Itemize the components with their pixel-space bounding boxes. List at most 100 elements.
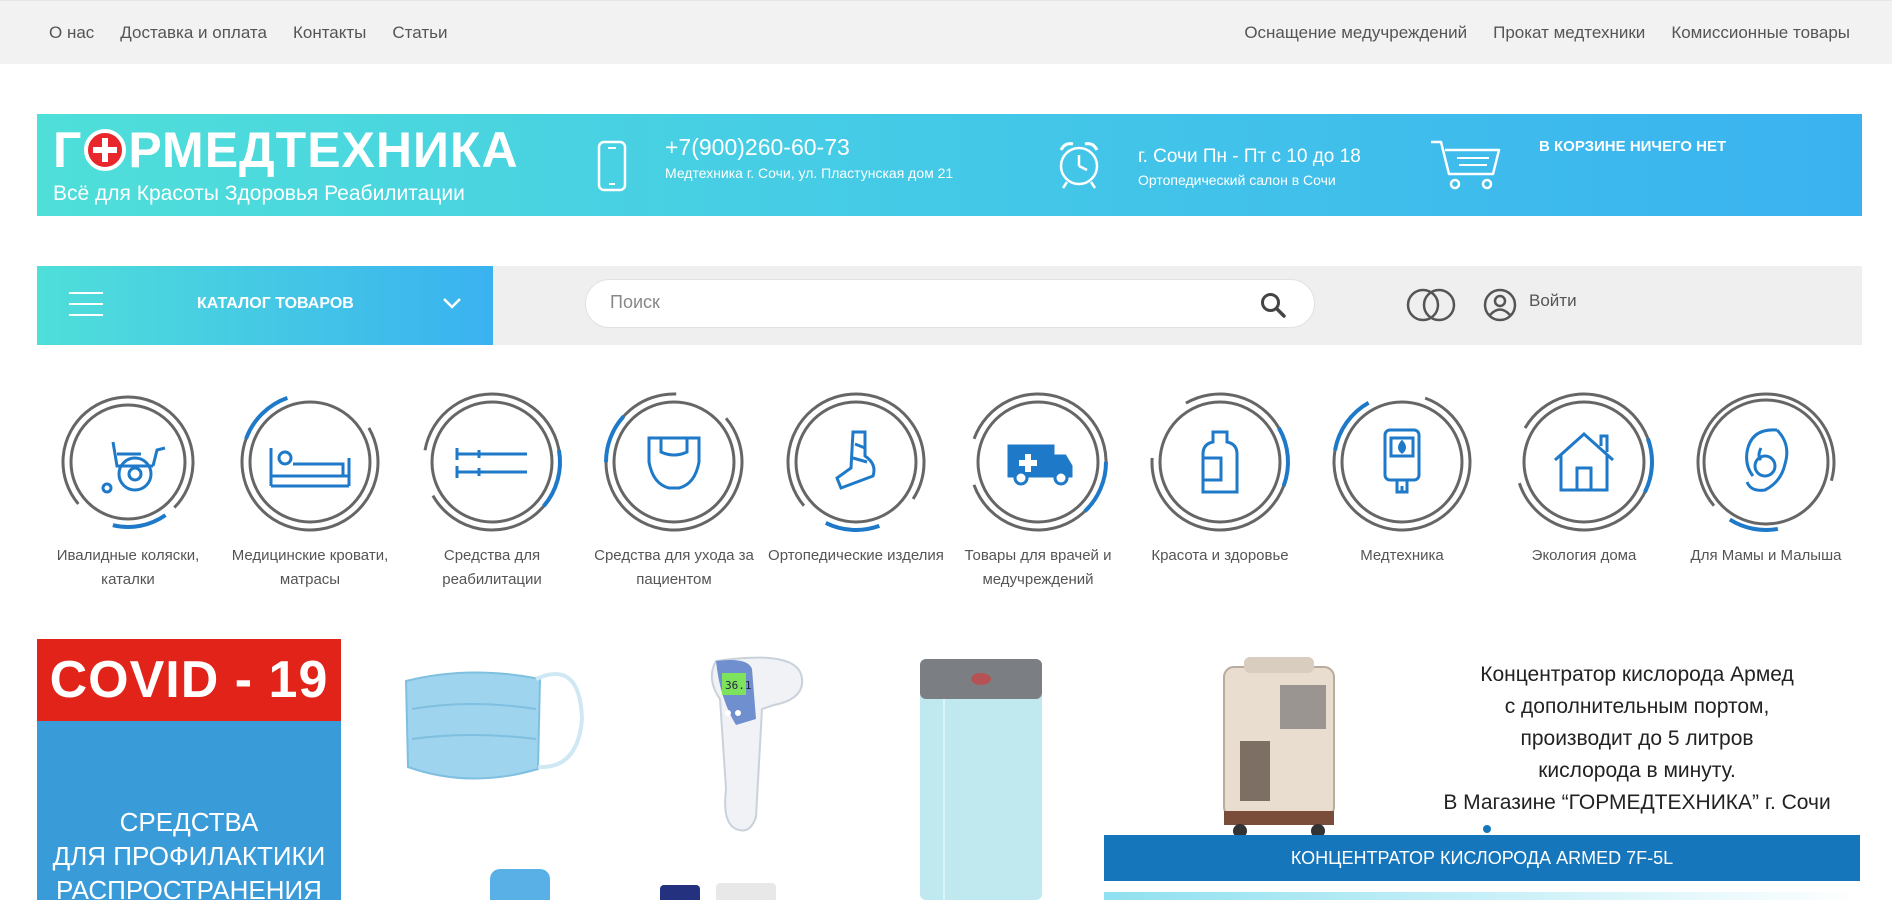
category-rehabilitation[interactable]: Средства для реабилитации xyxy=(401,392,583,592)
logo-name-part1: Г xyxy=(53,122,83,178)
slider-next-strip xyxy=(1104,892,1860,900)
category-ring xyxy=(604,392,744,532)
category-beauty[interactable]: Красота и здоровье xyxy=(1129,392,1311,568)
category-beds[interactable]: Медицинские кровати, матрасы xyxy=(219,392,401,592)
login-label: Войти xyxy=(1529,291,1577,310)
category-ring xyxy=(786,392,926,532)
logo-name-part2: РМЕДТЕХНИКА xyxy=(128,122,519,178)
nav-link-contacts[interactable]: Контакты xyxy=(293,23,366,43)
category-ring xyxy=(422,392,562,532)
category-label: Экология дома xyxy=(1531,547,1637,564)
mother-baby-icon xyxy=(1745,428,1789,492)
slider-headline: Концентратор кислорода Армед с дополните… xyxy=(1419,659,1855,819)
catalog-label: КАТАЛОГ ТОВАРОВ xyxy=(197,295,354,312)
nav-link-rental[interactable]: Прокат медтехники xyxy=(1493,23,1645,43)
working-hours: г. Сочи Пн - Пт с 10 до 18 xyxy=(1138,146,1361,167)
category-ring xyxy=(1150,392,1290,532)
cart-status[interactable]: В КОРЗИНЕ НИЧЕГО НЕТ xyxy=(1539,138,1726,155)
covid-banner[interactable]: COVID - 19 СРЕДСТВА ДЛЯ ПРОФИЛАКТИКИ РАС… xyxy=(37,639,341,900)
thermometer-image: 36.1 xyxy=(710,656,804,832)
glucometer-icon xyxy=(1383,428,1421,494)
search-icon[interactable] xyxy=(1260,292,1286,318)
phone-number[interactable]: +7(900)260-60-73 xyxy=(665,134,953,161)
bed-icon xyxy=(269,448,351,488)
slider-dot[interactable] xyxy=(1482,824,1492,834)
nav-link-delivery[interactable]: Доставка и оплата xyxy=(120,23,267,43)
nav-link-about[interactable]: О нас xyxy=(49,23,94,43)
catalog-button[interactable]: КАТАЛОГ ТОВАРОВ xyxy=(37,266,493,345)
bottle-icon xyxy=(1201,430,1239,494)
header-banner: Г РМЕДТЕХНИКА Всё для Красоты Здоровья Р… xyxy=(37,114,1862,216)
category-ring xyxy=(61,395,195,529)
ankle-brace-icon xyxy=(835,430,876,490)
slider-pagination xyxy=(1466,824,1492,834)
logo-name: Г РМЕДТЕХНИКА xyxy=(53,122,519,178)
category-patient-care[interactable]: Средства для ухода за пациентом xyxy=(583,392,765,592)
category-ring xyxy=(968,392,1108,532)
category-label: Товары для врачей и медучреждений xyxy=(964,547,1112,588)
search-box xyxy=(585,279,1315,328)
top-navigation: О нас Доставка и оплата Контакты Статьи … xyxy=(0,0,1892,64)
category-doctors[interactable]: Товары для врачей и медучреждений xyxy=(947,392,1129,592)
site-logo[interactable]: Г РМЕДТЕХНИКА Всё для Красоты Здоровья Р… xyxy=(53,122,519,206)
category-ring xyxy=(1331,392,1472,532)
promo-slider[interactable]: Концентратор кислорода Армед с дополните… xyxy=(1104,639,1860,900)
menu-burger-icon xyxy=(69,292,103,325)
category-label: Ивалидные коляски, каталки xyxy=(56,547,200,588)
category-label: Средства для реабилитации xyxy=(442,547,542,588)
category-ring xyxy=(1696,392,1836,532)
face-mask-image xyxy=(404,671,585,780)
slider-dot[interactable] xyxy=(1466,824,1476,834)
slider-headline-line: с дополнительным портом, xyxy=(1504,695,1770,718)
ambulance-icon xyxy=(1007,444,1073,486)
slider-caption: КОНЦЕНТРАТОР КИСЛОРОДА ARMED 7F-5L xyxy=(1104,835,1860,881)
covid-products-image[interactable]: 36.1 xyxy=(370,639,1070,900)
user-icon xyxy=(1483,288,1517,322)
slider-headline-line: производит до 5 литров xyxy=(1520,727,1754,750)
category-label: Медтехника xyxy=(1360,547,1444,564)
nav-link-equipment[interactable]: Оснащение медучреждений xyxy=(1244,23,1467,43)
slider-headline-line: Концентратор кислорода Армед xyxy=(1480,663,1794,686)
covid-text-line: РАСПРОСТРАНЕНИЯ xyxy=(56,875,322,900)
category-home-ecology[interactable]: Экология дома xyxy=(1493,392,1675,568)
house-icon xyxy=(1553,431,1615,492)
category-ring xyxy=(240,392,380,532)
nav-link-consignment[interactable]: Комиссионные товары xyxy=(1671,23,1850,43)
category-list: Ивалидные коляски, каталки Медицинские к… xyxy=(37,392,1862,622)
category-medtech[interactable]: Медтехника xyxy=(1311,392,1493,568)
top-nav-left: О нас Доставка и оплата Контакты Статьи xyxy=(49,23,448,43)
crutches-icon xyxy=(455,448,527,478)
thermometer-display: 36.1 xyxy=(725,679,752,692)
category-label: Красота и здоровье xyxy=(1151,547,1289,564)
covid-text: СРЕДСТВА ДЛЯ ПРОФИЛАКТИКИ РАСПРОСТРАНЕНИ… xyxy=(37,805,341,900)
phone-icon xyxy=(597,140,627,192)
oxygen-concentrator-image xyxy=(1223,657,1335,838)
compare-icon[interactable] xyxy=(1405,288,1457,322)
category-mother-baby[interactable]: Для Мамы и Малыша xyxy=(1675,392,1857,568)
uv-lamp-image xyxy=(920,659,1042,900)
top-nav-right: Оснащение медучреждений Прокат медтехник… xyxy=(1244,23,1850,43)
covid-text-line: СРЕДСТВА xyxy=(119,807,259,837)
red-cross-icon xyxy=(84,129,127,171)
store-address: Медтехника г. Сочи, ул. Пластунская дом … xyxy=(665,165,954,181)
category-orthopedic[interactable]: Ортопедические изделия xyxy=(765,392,947,568)
covid-text-line: ДЛЯ ПРОФИЛАКТИКИ xyxy=(52,841,326,871)
login-button[interactable]: Войти xyxy=(1483,288,1577,322)
slider-headline-line: кислорода в минуту. xyxy=(1538,759,1736,782)
category-label: Для Мамы и Малыша xyxy=(1690,547,1842,564)
slider-headline-line: В Магазине “ГОРМЕДТЕХНИКА” г. Сочи xyxy=(1443,791,1831,814)
category-wheelchairs[interactable]: Ивалидные коляски, каталки xyxy=(37,392,219,592)
cart-icon[interactable] xyxy=(1429,138,1503,192)
category-label: Средства для ухода за пациентом xyxy=(594,547,754,588)
nav-link-articles[interactable]: Статьи xyxy=(392,23,447,43)
contact-phone-block: +7(900)260-60-73 Медтехника г. Сочи, ул.… xyxy=(665,134,953,181)
logo-tagline: Всё для Красоты Здоровья Реабилитации xyxy=(53,182,465,205)
covid-title: COVID - 19 xyxy=(37,639,341,721)
main-navbar: КАТАЛОГ ТОВАРОВ Войти xyxy=(37,266,1862,345)
diaper-icon xyxy=(647,436,701,490)
category-ring xyxy=(1514,392,1654,532)
search-input[interactable] xyxy=(610,292,1210,313)
salon-name: Ортопедический салон в Сочи xyxy=(1138,172,1336,188)
products-illustration: 36.1 xyxy=(404,656,1042,900)
hours-block: г. Сочи Пн - Пт с 10 до 18 Ортопедически… xyxy=(1138,146,1361,188)
